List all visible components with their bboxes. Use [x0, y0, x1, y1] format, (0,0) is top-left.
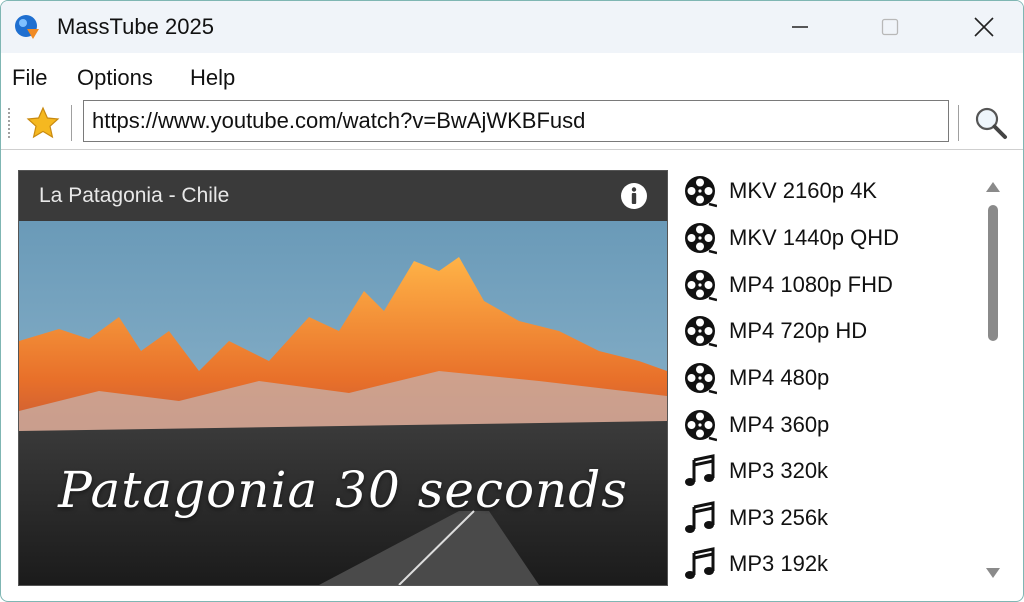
app-window: MassTube 2025 File Options Help https://…	[0, 0, 1024, 602]
video-header: La Patagonia - Chile	[19, 171, 667, 221]
music-note-icon	[681, 545, 719, 583]
film-reel-icon	[681, 406, 719, 444]
format-label: MP3 192k	[729, 551, 829, 576]
music-note-icon	[681, 452, 719, 490]
scroll-down-button[interactable]	[981, 563, 1005, 583]
format-item-mp4-360p[interactable]: MP4 360p	[681, 403, 971, 447]
menu-help[interactable]: Help	[190, 65, 235, 91]
maximize-icon	[881, 18, 899, 36]
format-list: MKV 2160p 4K MKV 1440p QHD MP4 1080p FHD…	[681, 169, 971, 589]
video-thumbnail[interactable]	[19, 221, 667, 585]
scroll-thumb[interactable]	[988, 205, 998, 341]
format-item-mkv-2160p[interactable]: MKV 2160p 4K	[681, 169, 971, 213]
toolbar	[1, 97, 1023, 150]
format-label: MP4 360p	[729, 412, 830, 437]
url-input[interactable]	[83, 100, 949, 142]
format-label: MKV 1440p QHD	[729, 225, 899, 250]
star-icon	[26, 106, 60, 139]
toolbar-separator	[71, 105, 72, 141]
close-button[interactable]	[953, 1, 1015, 53]
thumbnail-caption: Patagonia 30 seconds	[58, 461, 628, 519]
window-title: MassTube 2025	[57, 14, 214, 39]
format-list-scrollbar[interactable]	[981, 171, 1005, 587]
format-label: MP3 256k	[729, 505, 829, 530]
format-label: MP4 720p HD	[729, 318, 868, 343]
title-bar: MassTube 2025	[1, 1, 1023, 53]
format-label: MP4 480p	[729, 365, 830, 390]
favorite-button[interactable]	[23, 103, 63, 143]
info-icon[interactable]	[620, 182, 648, 210]
film-reel-icon	[681, 172, 719, 210]
format-item-mp4-720p[interactable]: MP4 720p HD	[681, 309, 971, 353]
scroll-up-button[interactable]	[981, 177, 1005, 197]
triangle-down-icon	[986, 568, 1000, 578]
film-reel-icon	[681, 219, 719, 257]
toolbar-grip[interactable]	[7, 107, 11, 139]
search-icon	[975, 107, 1007, 139]
format-item-mp3-320k[interactable]: MP3 320k	[681, 449, 971, 493]
menu-options[interactable]: Options	[77, 65, 153, 91]
menu-file[interactable]: File	[12, 65, 47, 91]
film-reel-icon	[681, 266, 719, 304]
format-label: MP3 320k	[729, 458, 829, 483]
toolbar-separator	[958, 105, 959, 141]
minimize-icon	[792, 26, 808, 28]
search-button[interactable]	[969, 101, 1013, 145]
app-logo-icon	[15, 15, 39, 39]
film-reel-icon	[681, 359, 719, 397]
triangle-up-icon	[986, 182, 1000, 192]
music-note-icon	[681, 499, 719, 537]
video-preview-panel: La Patagonia - Chile Patagonia 30 second…	[18, 170, 668, 586]
format-item-mp4-1080p[interactable]: MP4 1080p FHD	[681, 263, 971, 307]
menu-bar: File Options Help	[1, 59, 1023, 97]
maximize-button[interactable]	[859, 1, 921, 53]
format-item-mkv-1440p[interactable]: MKV 1440p QHD	[681, 216, 971, 260]
format-item-mp3-192k[interactable]: MP3 192k	[681, 542, 971, 586]
format-label: MKV 2160p 4K	[729, 178, 877, 203]
minimize-button[interactable]	[769, 1, 831, 53]
format-label: MP4 1080p FHD	[729, 272, 893, 297]
close-icon	[974, 17, 994, 37]
film-reel-icon	[681, 312, 719, 350]
format-item-mp4-480p[interactable]: MP4 480p	[681, 356, 971, 400]
video-title: La Patagonia - Chile	[39, 184, 230, 207]
format-item-mp3-256k[interactable]: MP3 256k	[681, 496, 971, 540]
